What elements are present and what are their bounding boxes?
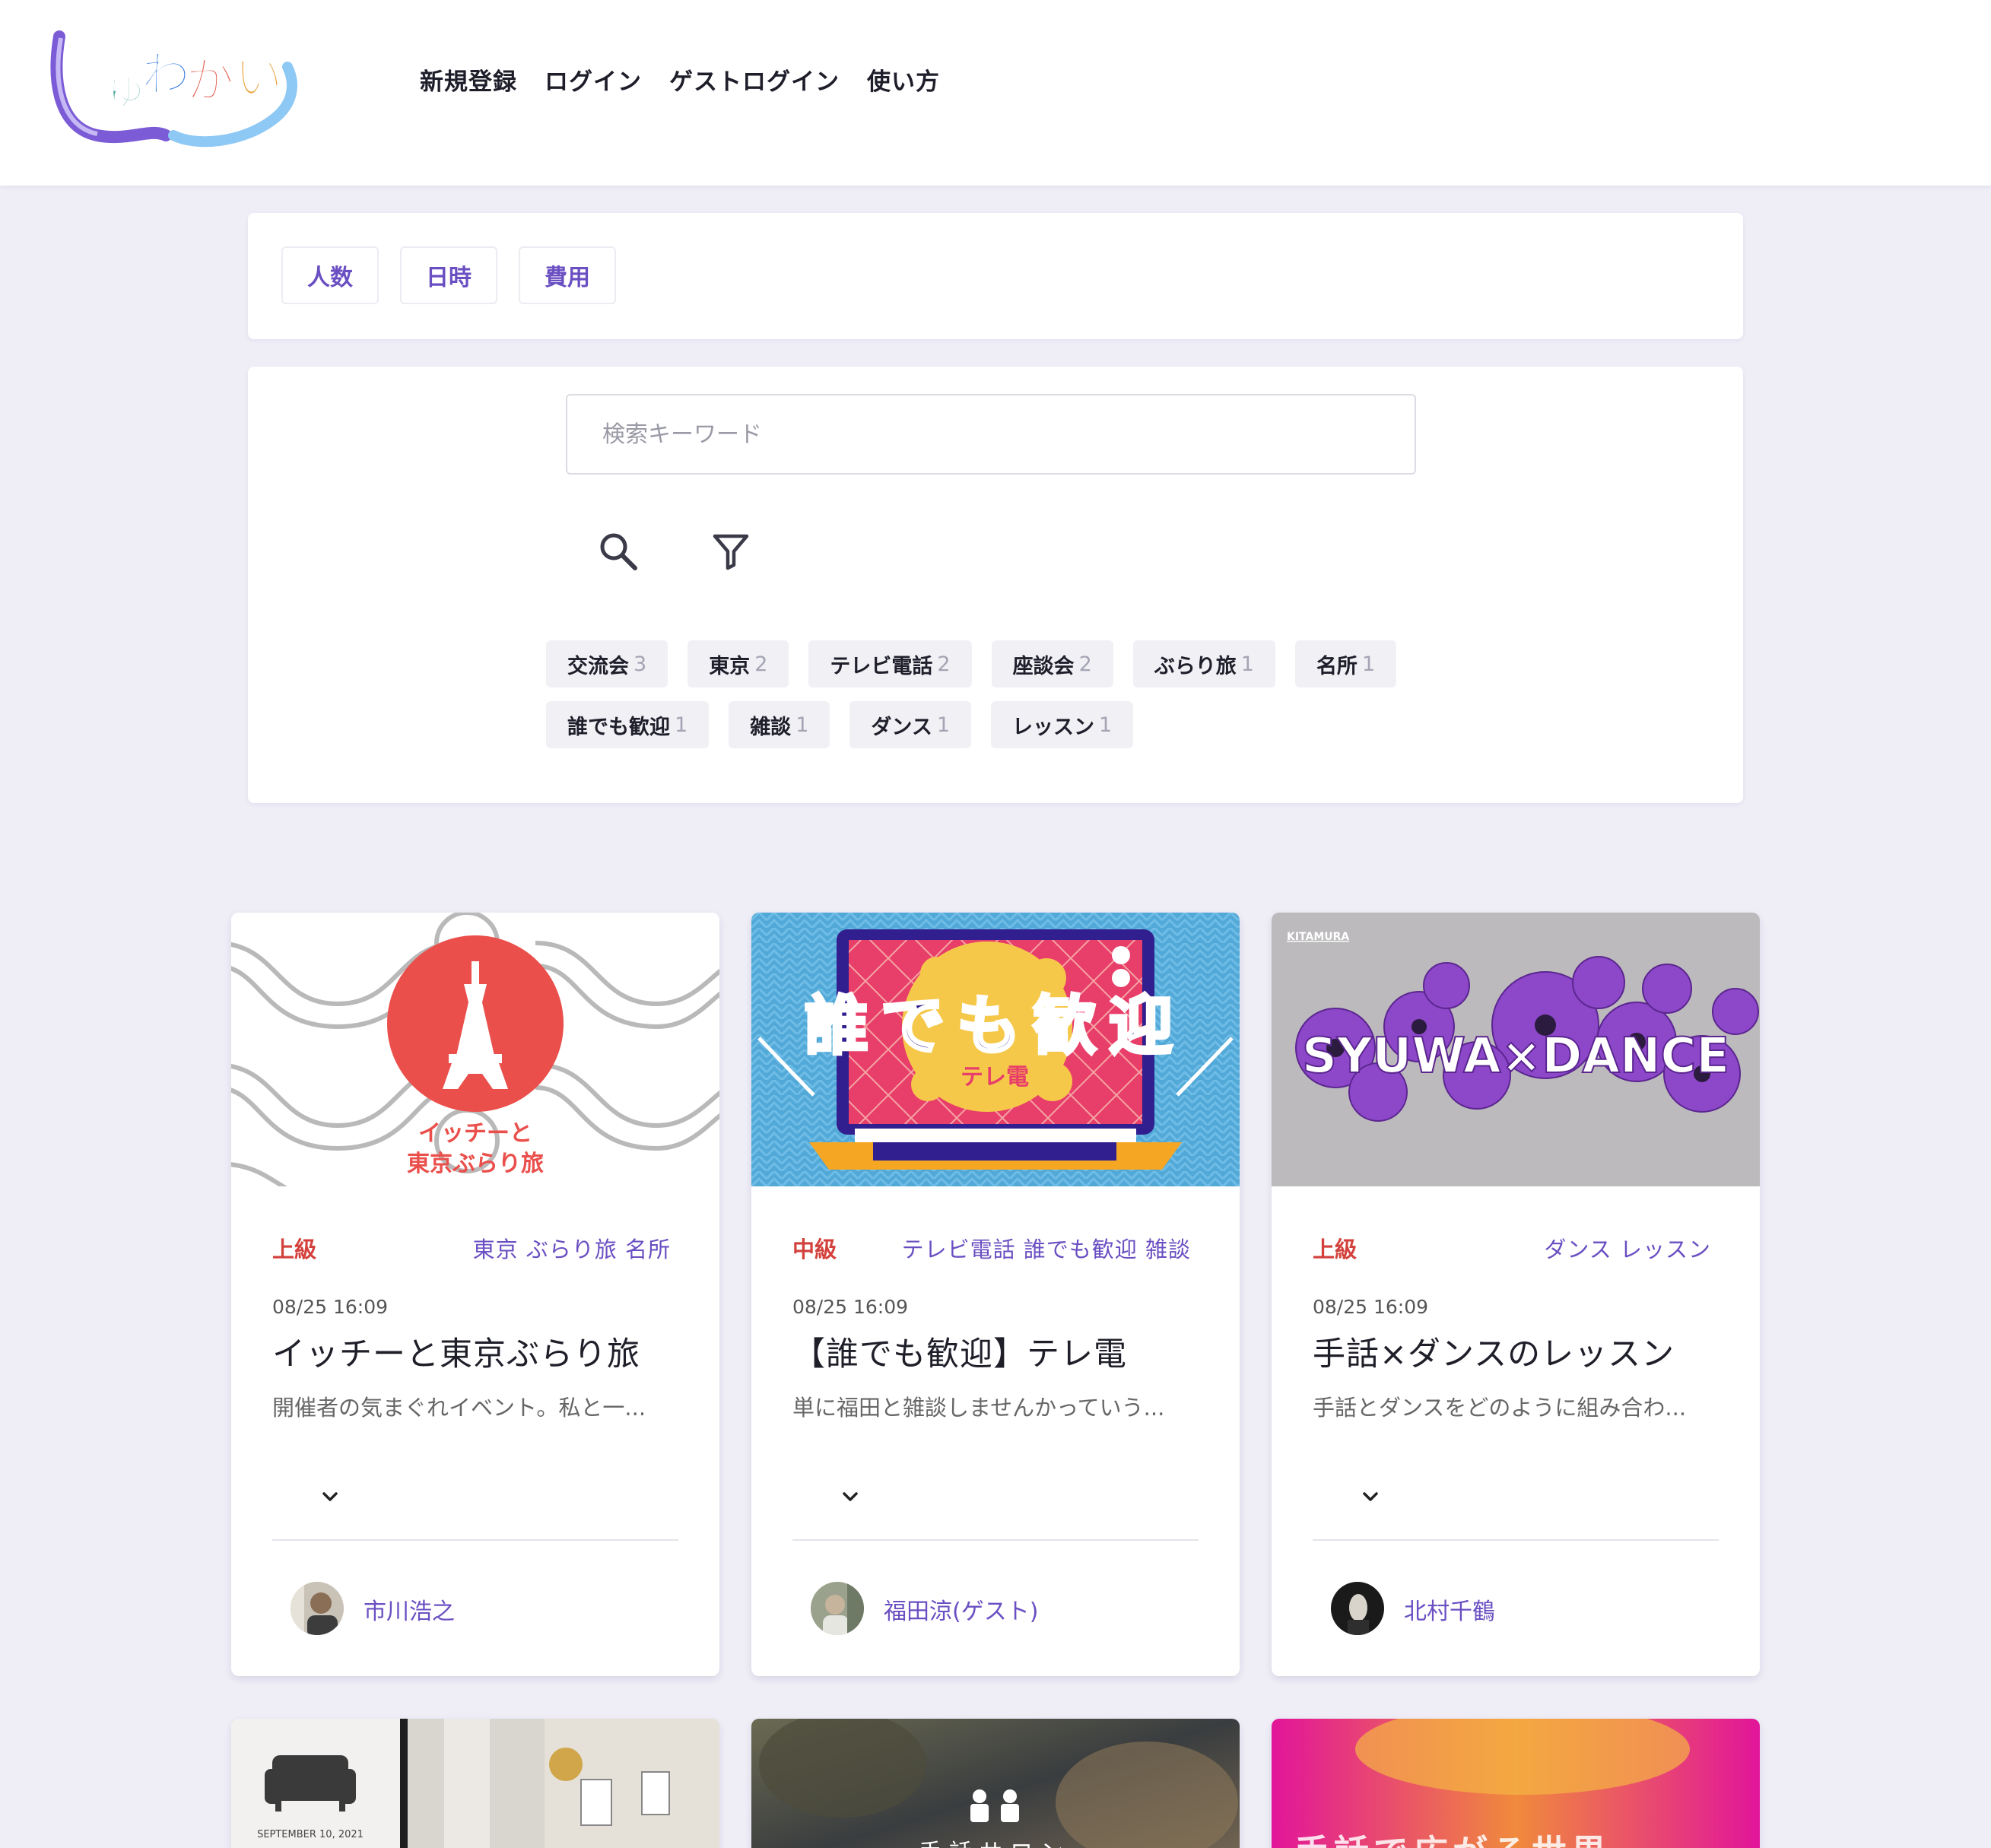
tag-label: 名所 xyxy=(1316,654,1358,678)
filter-panel: 人数 日時 費用 xyxy=(248,213,1743,339)
tag-pill[interactable]: 雑談 1 xyxy=(729,701,830,748)
tag-pill[interactable]: 座談会 2 xyxy=(991,640,1113,687)
tag-count: 1 xyxy=(1099,713,1113,737)
tag-pill[interactable]: 名所 1 xyxy=(1294,640,1397,687)
event-description: 手話とダンスをどのように組み合わ... xyxy=(1313,1395,1687,1421)
filter-datetime-button[interactable]: 日時 xyxy=(400,246,497,304)
event-image-text-line2: 東京ぶらり旅 xyxy=(407,1151,544,1177)
tag-label: 誰でも歓迎 xyxy=(567,715,670,739)
tag-count: 1 xyxy=(675,713,688,737)
event-date: 08/25 16:09 xyxy=(792,1296,909,1318)
event-image-text-line1: イッチーと xyxy=(418,1120,532,1147)
level-badge: 上級 xyxy=(1313,1237,1358,1262)
nav-guest-login-link[interactable]: ゲストログイン xyxy=(669,62,840,97)
level-badge: 上級 xyxy=(272,1237,317,1262)
tag-pill[interactable]: ダンス 1 xyxy=(849,701,972,748)
tag-label: レッスン xyxy=(1012,715,1095,739)
site-logo[interactable]: ゅ わ か い xyxy=(44,21,303,155)
card-divider xyxy=(792,1539,1199,1541)
tag-label: 座談会 xyxy=(1012,654,1075,678)
filter-cost-button[interactable]: 費用 xyxy=(519,246,616,304)
event-card[interactable]: イッチーと 東京ぶらり旅 上級 東京 ぶらり旅 名所 08/25 16:09 イ… xyxy=(231,913,719,1676)
event-tags[interactable]: ダンス レッスン xyxy=(1544,1232,1711,1264)
nav-login-link[interactable]: ログイン xyxy=(545,62,642,97)
author-name[interactable]: 福田涼(ゲスト) xyxy=(884,1592,1038,1626)
tag-label: 交流会 xyxy=(567,654,629,678)
filter-people-button[interactable]: 人数 xyxy=(281,246,379,304)
tag-cloud: 交流会 3 東京 2 テレビ電話 2 座談会 2 ぶらり旅 1 名所 1 誰でも歓迎 1 雑談 1 ダンス 1 レ… xyxy=(546,640,1413,762)
tag-label: ダンス xyxy=(871,715,932,739)
tag-pill[interactable]: ぶらり旅 1 xyxy=(1132,640,1275,687)
tag-pill[interactable]: 誰でも歓迎 1 xyxy=(546,701,710,748)
svg-text:い: い xyxy=(234,50,283,106)
nav-howto-link[interactable]: 使い方 xyxy=(867,62,940,97)
chevron-down-icon[interactable] xyxy=(1355,1481,1386,1512)
event-title[interactable]: イッチーと東京ぶらり旅 xyxy=(272,1328,640,1375)
tag-count: 1 xyxy=(1361,652,1376,676)
tag-count: 3 xyxy=(634,652,647,676)
event-tags[interactable]: 東京 ぶらり旅 名所 xyxy=(473,1232,671,1264)
card-image-text: 手話で広がる世界 xyxy=(1294,1832,1611,1848)
tag-count: 2 xyxy=(1078,652,1092,676)
event-image-text: 誰でも歓迎 xyxy=(805,989,1185,1063)
event-image-subtext: テレ電 xyxy=(961,1064,1029,1091)
avatar[interactable] xyxy=(1331,1582,1384,1635)
tag-label: 東京 xyxy=(709,654,751,678)
event-date: 08/25 16:09 xyxy=(272,1296,389,1318)
event-image-brand: KITAMURA xyxy=(1287,931,1349,943)
avatar[interactable] xyxy=(811,1582,864,1635)
tag-count: 2 xyxy=(754,652,768,676)
chevron-down-icon[interactable] xyxy=(315,1481,345,1512)
event-description: 単に福田と雑談しませんかっていう... xyxy=(792,1395,1165,1421)
avatar[interactable] xyxy=(291,1582,344,1635)
card-image-text: 手話サロン xyxy=(919,1840,1071,1848)
event-date: 08/25 16:09 xyxy=(1313,1296,1429,1318)
tag-label: テレビ電話 xyxy=(830,654,933,678)
tag-pill[interactable]: テレビ電話 2 xyxy=(808,640,972,687)
event-title[interactable]: 手話×ダンスのレッスン xyxy=(1313,1328,1675,1375)
author-name[interactable]: 北村千鶴 xyxy=(1404,1592,1495,1626)
search-input[interactable] xyxy=(566,394,1416,475)
chevron-down-icon[interactable] xyxy=(835,1481,865,1512)
event-card[interactable]: 手話サロン xyxy=(751,1719,1240,1848)
tag-label: ぶらり旅 xyxy=(1154,654,1237,678)
tag-count: 1 xyxy=(795,713,809,737)
event-tags[interactable]: テレビ電話 誰でも歓迎 雑談 xyxy=(902,1232,1191,1264)
site-header: ゅ わ か い 新規登録 ログイン ゲストログイン 使い方 xyxy=(0,0,1991,186)
event-image: イッチーと 東京ぶらり旅 xyxy=(231,913,719,1186)
tag-label: 雑談 xyxy=(750,715,792,739)
card-divider xyxy=(272,1539,678,1541)
event-card[interactable]: 誰でも歓迎 テレ電 中級 テレビ電話 誰でも歓迎 雑談 08/25 16:09 … xyxy=(751,913,1240,1676)
event-image: 誰でも歓迎 テレ電 xyxy=(751,913,1240,1186)
tag-count: 2 xyxy=(937,652,951,676)
event-title[interactable]: 【誰でも歓迎】テレ電 xyxy=(792,1328,1127,1375)
card-divider xyxy=(1313,1539,1719,1541)
event-card[interactable]: SEPTEMBER 10, 2021 xyxy=(231,1719,719,1848)
tag-pill[interactable]: 交流会 3 xyxy=(546,640,668,687)
filter-icon[interactable] xyxy=(704,525,757,578)
tag-pill[interactable]: 東京 2 xyxy=(687,640,789,687)
level-badge: 中級 xyxy=(792,1237,837,1262)
svg-text:か: か xyxy=(186,53,234,110)
event-card[interactable]: KITAMURA SYUWA×DANCE 上級 ダンス レッスン 08/25 1… xyxy=(1272,913,1760,1676)
tag-pill[interactable]: レッスン 1 xyxy=(991,701,1134,748)
event-card[interactable]: 手話で広がる世界 xyxy=(1272,1719,1760,1848)
svg-text:わ: わ xyxy=(141,47,190,103)
search-icon[interactable] xyxy=(592,525,645,578)
author-name[interactable]: 市川浩之 xyxy=(364,1592,455,1626)
tag-count: 1 xyxy=(1240,652,1254,676)
event-description: 開催者の気まぐれイベント。私と一... xyxy=(272,1395,646,1421)
main-nav: 新規登録 ログイン ゲストログイン 使い方 xyxy=(420,62,940,97)
card-image-date: SEPTEMBER 10, 2021 xyxy=(257,1829,364,1840)
event-image-text: SYUWA×DANCE xyxy=(1302,1028,1729,1084)
nav-signup-link[interactable]: 新規登録 xyxy=(420,62,517,97)
event-image: KITAMURA SYUWA×DANCE xyxy=(1272,913,1760,1186)
tag-count: 1 xyxy=(936,713,951,737)
search-panel: 交流会3東京2テレビ電話2座談会2ぶらり旅1名所1 誰でも歓迎1雑談1ダンス1レ… xyxy=(248,367,1743,803)
